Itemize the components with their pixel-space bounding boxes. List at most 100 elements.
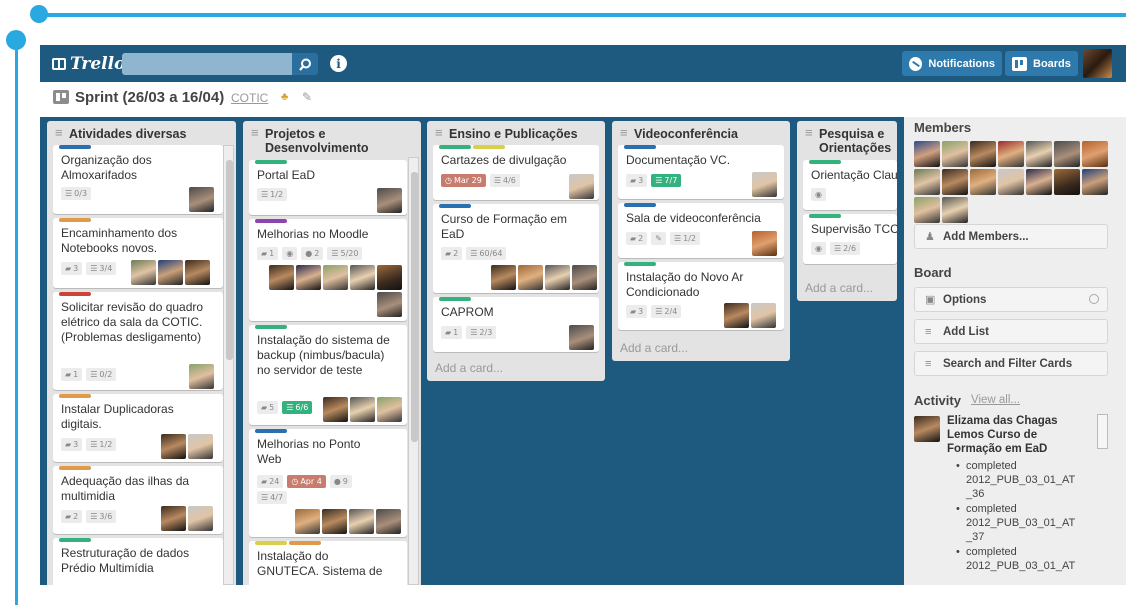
member-avatar[interactable]	[970, 169, 996, 195]
member-avatar[interactable]	[377, 265, 402, 290]
member-avatar[interactable]	[1082, 141, 1108, 167]
add-list-button[interactable]: ≡ Add List	[914, 319, 1108, 344]
organization-link[interactable]: COTIC	[231, 91, 268, 105]
card[interactable]: Instalação do GNUTECA. Sistema de	[249, 541, 407, 585]
card[interactable]: Sala de videoconferência ▰ 2 ✎ ☰ 1/2	[618, 203, 784, 258]
board-title[interactable]: Sprint (26/03 a 16/04)	[75, 89, 224, 106]
member-avatar[interactable]	[188, 434, 213, 459]
user-avatar[interactable]	[1083, 49, 1112, 78]
member-avatar[interactable]	[189, 187, 214, 212]
view-all-activity-link[interactable]: View all...	[971, 394, 1020, 406]
member-avatar[interactable]	[1082, 169, 1108, 195]
member-avatar[interactable]	[323, 397, 348, 422]
member-avatar[interactable]	[914, 169, 940, 195]
member-avatar[interactable]	[377, 292, 402, 317]
add-card-link[interactable]: Add a card...	[435, 361, 503, 375]
card[interactable]: Instalar Duplicadoras digitais. ▰ 3 ☰ 1/…	[53, 394, 223, 462]
card[interactable]: Solicitar revisão do quadro elétrico da …	[53, 292, 223, 390]
card[interactable]: Encaminhamento dos Notebooks novos. ▰ 3 …	[53, 218, 223, 288]
card[interactable]: Instalação do sistema de backup (nimbus/…	[249, 325, 407, 425]
member-avatar[interactable]	[161, 434, 186, 459]
member-avatar[interactable]	[518, 265, 543, 290]
member-avatar[interactable]	[349, 509, 374, 534]
list-title[interactable]: Pesquisa e Orientações	[797, 121, 897, 159]
add-card-link[interactable]: Add a card...	[805, 281, 873, 295]
member-avatar[interactable]	[188, 506, 213, 531]
member-avatar[interactable]	[914, 141, 940, 167]
add-members-button[interactable]: ♟ Add Members...	[914, 224, 1108, 249]
card-title: Organização dos Almoxarifados	[61, 153, 152, 182]
member-avatar[interactable]	[1026, 169, 1052, 195]
person-icon: ♟	[925, 231, 935, 243]
search-button[interactable]	[292, 53, 318, 75]
member-avatar[interactable]	[970, 141, 996, 167]
trello-logo[interactable]: Trello	[52, 54, 125, 74]
options-button[interactable]: ▣ Options	[914, 287, 1108, 312]
card[interactable]: Cartazes de divulgação ◷ Mar 29 ☰ 4/6	[433, 145, 599, 200]
card[interactable]: CAPROM ▰ 1 ☰ 2/3	[433, 297, 599, 352]
card[interactable]: Restruturação de dados Prédio Multimídia	[53, 538, 223, 585]
card[interactable]: Melhorias no Ponto Web ▰ 24 ◷ Apr 4 ● 9 …	[249, 429, 407, 537]
member-avatar[interactable]	[724, 303, 749, 328]
member-avatar[interactable]	[377, 188, 402, 213]
list-scrollbar-thumb[interactable]	[226, 160, 233, 360]
member-avatar[interactable]	[1026, 141, 1052, 167]
member-avatar[interactable]	[751, 303, 776, 328]
search-input[interactable]	[122, 53, 292, 75]
member-avatar[interactable]	[572, 265, 597, 290]
member-avatar[interactable]	[269, 265, 294, 290]
member-avatar[interactable]	[350, 265, 375, 290]
member-avatar[interactable]	[942, 141, 968, 167]
member-avatar[interactable]	[942, 169, 968, 195]
card[interactable]: Portal EaD ☰ 1/2	[249, 160, 407, 215]
member-avatar[interactable]	[1054, 169, 1080, 195]
member-avatar[interactable]	[323, 265, 348, 290]
list-scrollbar-thumb[interactable]	[411, 172, 418, 442]
member-avatar[interactable]	[350, 397, 375, 422]
card[interactable]: Melhorias no Moodle ▰ 1 ◉ ● 2 ☰ 5/20	[249, 219, 407, 321]
member-avatar[interactable]	[131, 260, 156, 285]
activity-avatar[interactable]	[914, 416, 940, 442]
member-avatar[interactable]	[296, 265, 321, 290]
member-avatar[interactable]	[942, 197, 968, 223]
notifications-button[interactable]: Notifications	[902, 51, 1002, 76]
add-card-link[interactable]: Add a card...	[620, 341, 688, 355]
member-avatar[interactable]	[185, 260, 210, 285]
activity-scrollbar[interactable]	[1097, 414, 1108, 449]
member-avatar[interactable]	[569, 174, 594, 199]
list-title[interactable]: Atividades diversas	[47, 121, 236, 145]
card-label	[289, 541, 321, 545]
list-title[interactable]: Videoconferência	[612, 121, 790, 145]
member-avatar[interactable]	[998, 169, 1024, 195]
member-avatar[interactable]	[752, 172, 777, 197]
list-title[interactable]: Ensino e Publicações	[427, 121, 605, 145]
edit-pencil-icon[interactable]: ✎	[302, 90, 312, 104]
card[interactable]: Instalação do Novo Ar Condicionado ▰ 3 ☰…	[618, 262, 784, 330]
member-avatar[interactable]	[158, 260, 183, 285]
member-avatar[interactable]	[752, 231, 777, 256]
boards-button[interactable]: Boards	[1005, 51, 1078, 76]
search-filter-button[interactable]: ≡ Search and Filter Cards	[914, 351, 1108, 376]
member-avatar[interactable]	[491, 265, 516, 290]
list-scrollbar[interactable]	[223, 145, 234, 585]
card[interactable]: Orientação Clau ◉	[803, 160, 897, 210]
card[interactable]: Adequação das ilhas da multimidia ▰ 2 ☰ …	[53, 466, 223, 534]
card[interactable]: Organização dos Almoxarifados ☰ 0/3	[53, 145, 223, 214]
card[interactable]: Curso de Formação em EaD ▰ 2 ☰ 60/64	[433, 204, 599, 293]
member-avatar[interactable]	[322, 509, 347, 534]
info-icon[interactable]: i	[330, 55, 347, 72]
list-title[interactable]: Projetos e Desenvolvimento	[243, 121, 383, 159]
member-avatar[interactable]	[998, 141, 1024, 167]
member-avatar[interactable]	[377, 397, 402, 422]
card[interactable]: Supervisão TCC ◉ ☰ 2/6	[803, 214, 897, 264]
member-avatar[interactable]	[569, 325, 594, 350]
member-avatar[interactable]	[161, 506, 186, 531]
member-avatar[interactable]	[376, 509, 401, 534]
list-scrollbar[interactable]	[408, 157, 419, 585]
member-avatar[interactable]	[914, 197, 940, 223]
member-avatar[interactable]	[1054, 141, 1080, 167]
member-avatar[interactable]	[189, 364, 214, 389]
card[interactable]: Documentação VC. ▰ 3 ☰ 7/7	[618, 145, 784, 199]
member-avatar[interactable]	[545, 265, 570, 290]
member-avatar[interactable]	[295, 509, 320, 534]
